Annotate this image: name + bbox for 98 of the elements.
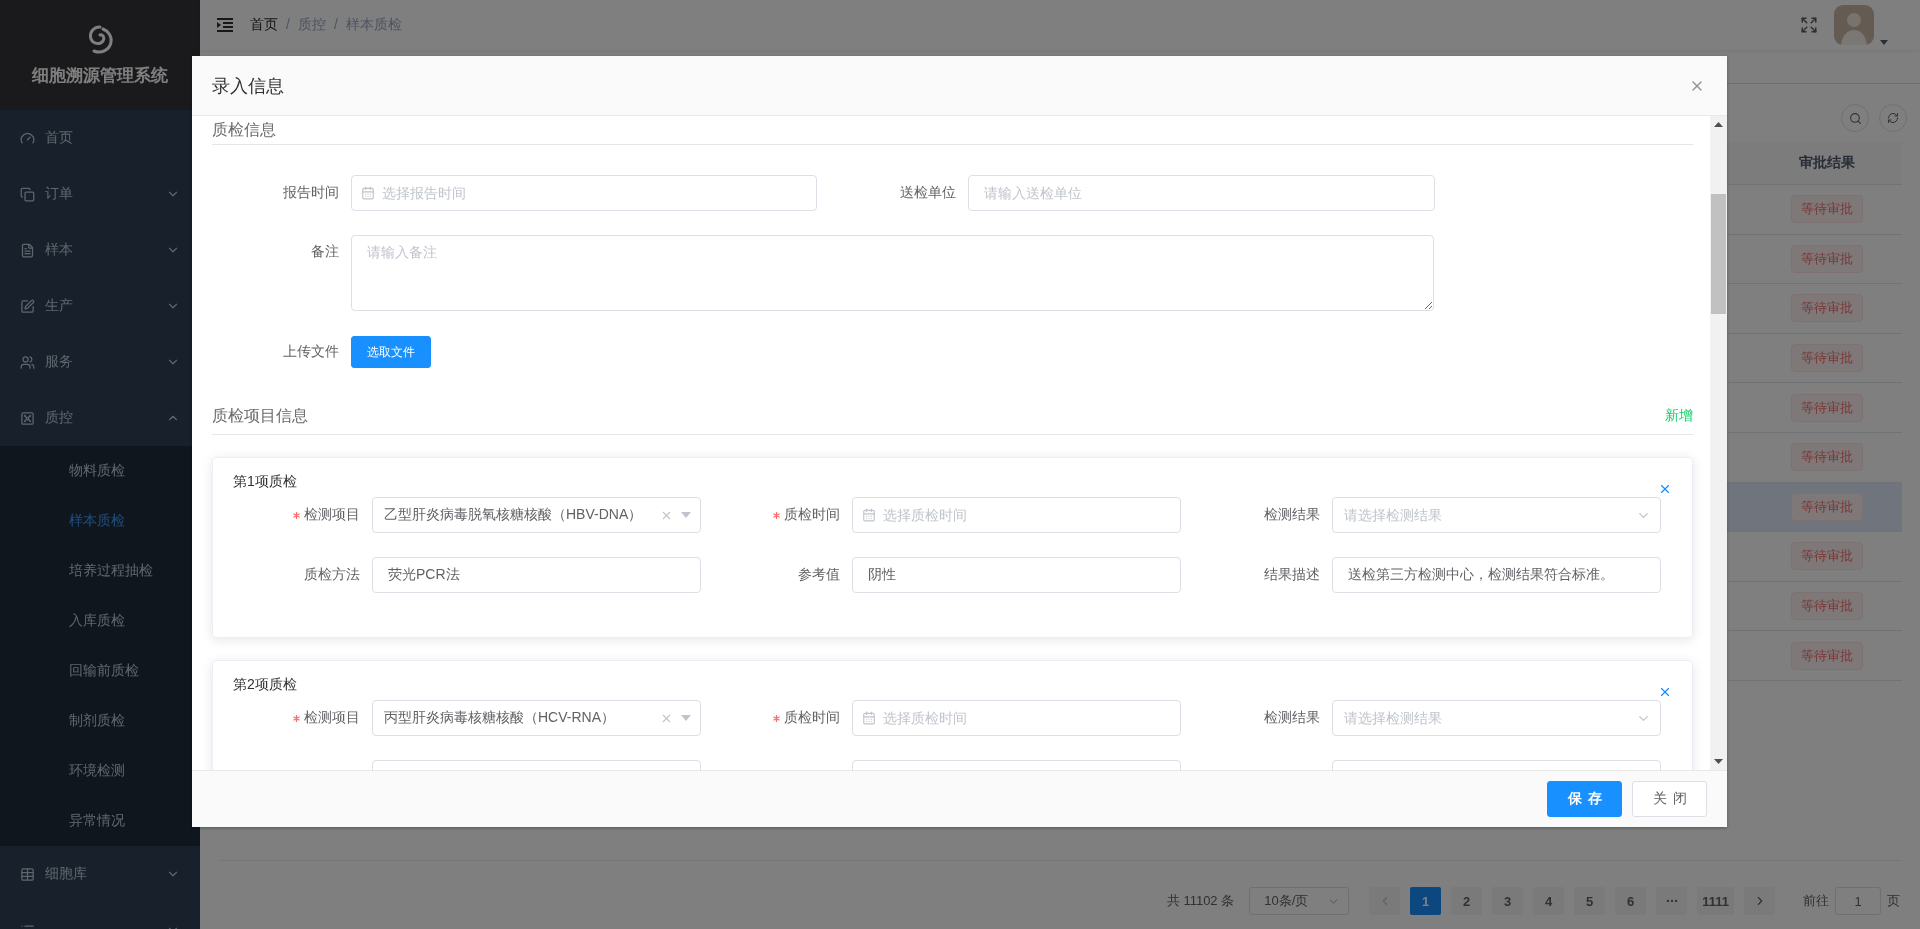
search-icon [1848, 111, 1862, 125]
caret-icon[interactable] [1880, 40, 1888, 45]
page-button[interactable]: 5 [1574, 887, 1606, 915]
refresh-button[interactable] [1879, 104, 1907, 132]
date-field[interactable]: 选择报告时间 [351, 175, 817, 211]
field-label: 结果描述 [1264, 566, 1320, 584]
select-field[interactable]: 乙型肝炎病毒脱氧核糖核酸（HBV-DNA） [372, 497, 701, 533]
app-title: 细胞溯源管理系统 [32, 64, 168, 87]
page-button[interactable]: 6 [1615, 887, 1647, 915]
total-count: 共 11102 条 [1166, 892, 1235, 910]
scroll-up-icon[interactable] [1714, 122, 1723, 127]
status-tag: 等待审批 [1791, 195, 1863, 224]
page-button[interactable]: 3 [1492, 887, 1524, 915]
field-label: 送检单位 [899, 184, 957, 202]
section-title: 质检项目信息 [212, 405, 308, 426]
date-field[interactable]: 选择质检时间 [852, 497, 1181, 533]
field-label: 参考值 [798, 566, 840, 584]
menu-item[interactable]: 服务 [0, 334, 200, 390]
input-field[interactable]: 送检第三方检测中心，检测结果符合标准。 [1332, 557, 1661, 593]
save-button[interactable]: 保存 [1547, 781, 1622, 817]
field-label: 备注 [310, 242, 340, 261]
menu-item[interactable]: 细胞库 [0, 846, 200, 902]
status-tag: 等待审批 [1791, 344, 1863, 373]
caret-icon [681, 715, 691, 721]
menu-item[interactable]: 首页 [0, 110, 200, 166]
menu-icon [20, 242, 35, 258]
select-file-button[interactable]: 选取文件 [351, 336, 431, 368]
menu-item[interactable]: 样本 [0, 222, 200, 278]
scroll-thumb[interactable] [1711, 194, 1726, 314]
field-label: 检测项目 [304, 506, 360, 524]
card-title: 第2项质检 [233, 676, 297, 694]
menu-item[interactable]: 生产 [0, 278, 200, 334]
breadcrumb-separator: / [333, 16, 338, 32]
page-button[interactable]: 4 [1533, 887, 1565, 915]
menu-item[interactable]: 质控 [0, 390, 200, 446]
field-label: 检测结果 [1264, 506, 1320, 524]
calendar-icon [862, 508, 876, 522]
add-link[interactable]: 新增 [1665, 407, 1693, 425]
jump-label: 前往 [1803, 892, 1829, 910]
section-title: 质检信息 [212, 119, 276, 140]
calendar-icon [862, 711, 876, 725]
input-field[interactable]: 荧光PCR法 [372, 557, 701, 593]
next-page-button[interactable] [1744, 887, 1775, 915]
status-tag: 等待审批 [1791, 542, 1863, 571]
more-pages-button[interactable] [1656, 887, 1688, 915]
dialog-title: 录入信息 [212, 74, 284, 98]
select-field[interactable]: 请选择检测结果 [1332, 497, 1661, 533]
field-label: 质检时间 [784, 709, 840, 727]
menu-item[interactable]: 订单 [0, 166, 200, 222]
close-icon[interactable] [1658, 482, 1672, 496]
field-label: 上传文件 [282, 343, 340, 361]
jump-suffix: 页 [1887, 892, 1900, 910]
field-label: 检测项目 [304, 709, 360, 727]
calendar-icon [361, 186, 375, 200]
search-button[interactable] [1841, 104, 1869, 132]
status-tag: 等待审批 [1791, 393, 1863, 422]
status-tag: 等待审批 [1791, 443, 1863, 472]
page-button[interactable]: 1 [1410, 887, 1442, 915]
previous-page-button[interactable] [1369, 887, 1401, 915]
status-tag: 等待审批 [1791, 244, 1863, 273]
close-button[interactable]: 关闭 [1632, 781, 1707, 817]
menu-icon [20, 130, 35, 146]
remark-field[interactable]: 请输入备注 [351, 235, 1434, 311]
field-label: 报告时间 [282, 184, 340, 202]
scrollbar[interactable] [1710, 116, 1727, 770]
input-field[interactable]: 请输入送检单位 [968, 175, 1435, 211]
page-button[interactable]: 1111 [1697, 887, 1734, 915]
fullscreen-icon[interactable] [1800, 16, 1818, 34]
avatar[interactable] [1834, 5, 1874, 45]
refresh-icon [1887, 112, 1899, 124]
menu-icon [20, 410, 35, 426]
menu-icon [20, 866, 35, 882]
select-field[interactable]: 请选择检测结果 [1332, 700, 1661, 736]
status-tag: 等待审批 [1791, 492, 1863, 521]
select-field[interactable]: 丙型肝炎病毒核糖核酸（HCV-RNA） [372, 700, 701, 736]
menu-icon [20, 354, 35, 370]
page-jump-field[interactable]: 1 [1835, 887, 1881, 915]
date-field[interactable]: 选择质检时间 [852, 700, 1181, 736]
status-tag: 等待审批 [1791, 641, 1863, 670]
field-label: 质检方法 [304, 566, 360, 584]
page-button[interactable]: 2 [1451, 887, 1483, 915]
caret-icon [681, 512, 691, 518]
menu-icon [20, 186, 35, 202]
close-icon[interactable] [1658, 685, 1672, 699]
field-label: 质检时间 [784, 506, 840, 524]
status-tag: 等待审批 [1791, 294, 1863, 323]
menu-icon[interactable] [216, 17, 234, 33]
scroll-down-icon[interactable] [1714, 759, 1723, 764]
menu-icon [20, 298, 35, 314]
input-field[interactable]: 阴性 [852, 557, 1181, 593]
field-label: 检测结果 [1264, 709, 1320, 727]
breadcrumb-separator: / [286, 16, 290, 32]
status-tag: 等待审批 [1791, 592, 1863, 621]
card-title: 第1项质检 [233, 473, 297, 491]
page-size-select[interactable]: 10条/页 [1249, 887, 1350, 915]
breadcrumb-item[interactable]: 首页 [250, 16, 278, 32]
column-header: 审批结果 [1799, 154, 1855, 172]
submenu-item[interactable]: 异常情况 [0, 796, 200, 846]
